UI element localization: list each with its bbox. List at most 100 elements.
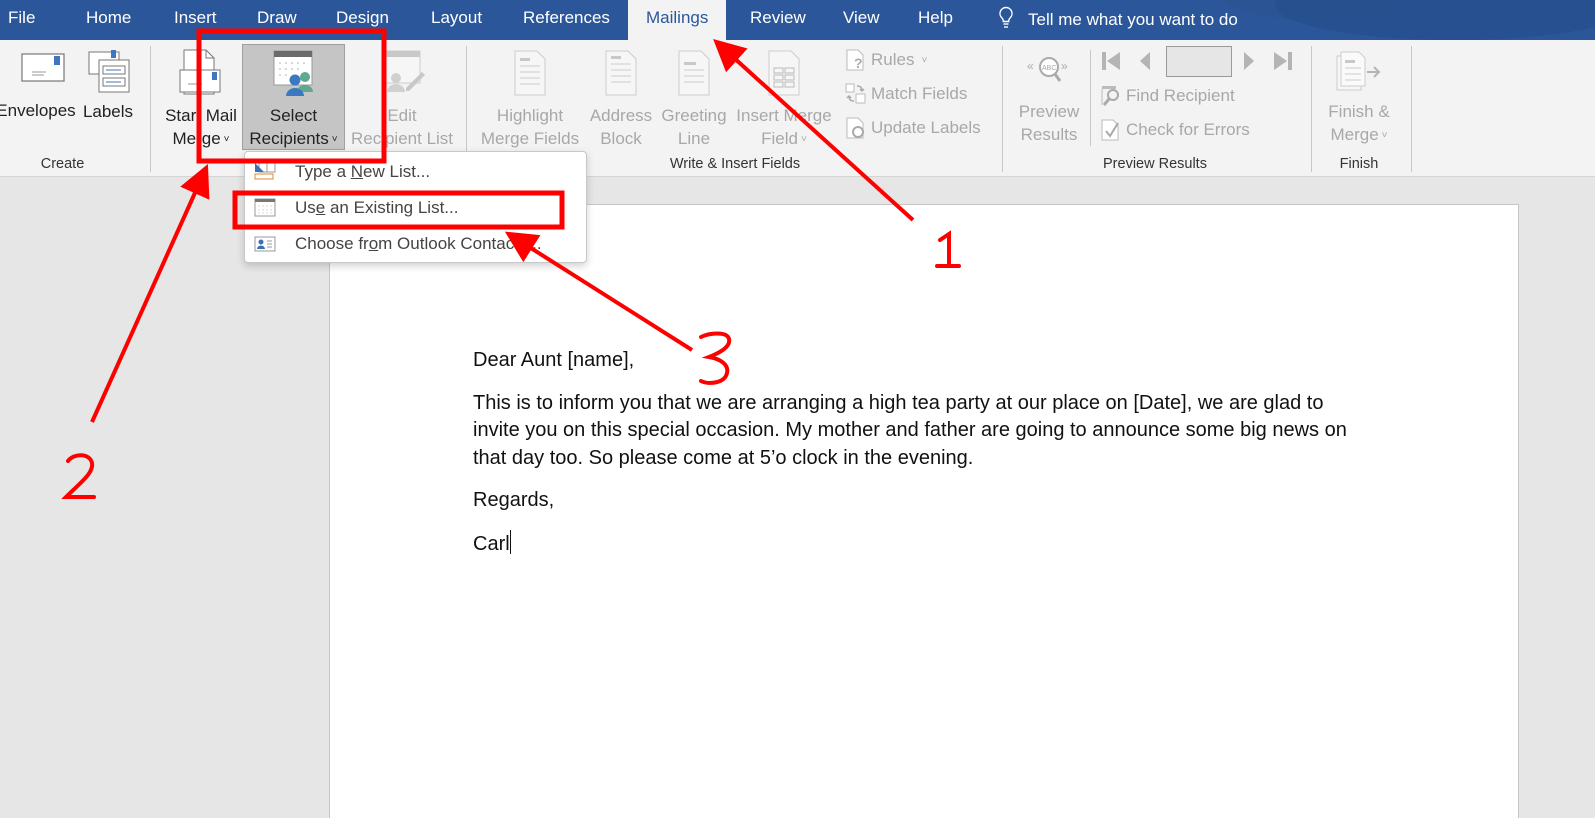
chevron-down-icon: ˅: [921, 54, 928, 66]
envelopes-button[interactable]: Envelopes: [0, 50, 80, 122]
address-block-button[interactable]: Address Block: [586, 48, 656, 150]
existing-list-icon: [254, 198, 276, 217]
finish-merge-label-2: Merge: [1330, 125, 1379, 144]
edit-recipient-list-button[interactable]: Edit Recipient List: [346, 48, 458, 150]
check-for-errors-label: Check for Errors: [1126, 120, 1250, 139]
tab-help[interactable]: Help: [918, 0, 953, 40]
group-separator: [1411, 46, 1412, 172]
finish-merge-label-1: Finish &: [1328, 102, 1390, 121]
rules-button[interactable]: ? Rules ˅: [845, 48, 927, 72]
menu-item-accelerator: N: [350, 162, 364, 181]
tell-me-search[interactable]: Tell me what you want to do: [998, 0, 1238, 40]
tab-mailings[interactable]: Mailings: [628, 0, 727, 40]
menu-item-text: Us: [295, 198, 316, 217]
ribbon-tab-bar: File Home Insert Draw Design Layout Refe…: [0, 0, 1595, 40]
document-body[interactable]: Dear Aunt [name], This is to inform you …: [473, 347, 1353, 573]
letter-body: This is to inform you that we are arrang…: [473, 391, 1347, 469]
preview-results-button[interactable]: « ABC » Preview Results: [1012, 54, 1086, 146]
find-recipient-button[interactable]: Find Recipient: [1100, 84, 1235, 108]
address-block-label-2: Block: [600, 129, 642, 148]
tab-home[interactable]: Home: [86, 0, 131, 40]
group-separator: [1311, 46, 1312, 172]
arrow-2: [90, 164, 210, 423]
preview-results-label-2: Results: [1020, 125, 1078, 144]
match-fields-icon: [845, 83, 866, 104]
new-list-icon: [254, 162, 276, 180]
group-label-write-insert: Write & Insert Fields: [669, 156, 801, 172]
last-record-icon[interactable]: [1272, 51, 1294, 71]
group-separator: [150, 46, 151, 172]
insert-merge-field-button[interactable]: Insert Merge Field ˅: [732, 48, 836, 151]
menu-item-accelerator: o: [368, 234, 379, 253]
match-fields-label: Match Fields: [871, 84, 968, 103]
highlight-label-2: Merge Fields: [480, 129, 580, 148]
insert-merge-field-icon: [768, 50, 800, 96]
highlight-label-1: Highlight: [496, 106, 564, 125]
svg-text:?: ?: [854, 55, 863, 71]
check-for-errors-icon: [1101, 119, 1119, 141]
highlight-merge-fields-button[interactable]: Highlight Merge Fields: [478, 48, 582, 150]
menu-item-text: ew List...: [363, 162, 431, 181]
update-labels-button[interactable]: Update Labels: [845, 116, 981, 140]
greeting-line-button[interactable]: Greeting Line: [658, 48, 730, 150]
labels-label: Labels: [82, 102, 134, 121]
finish-and-merge-button[interactable]: Finish & Merge ˅: [1318, 50, 1400, 147]
tab-file[interactable]: File: [8, 0, 35, 40]
select-recipients-icon: [273, 50, 313, 96]
tab-references[interactable]: References: [523, 0, 610, 40]
select-recipients-label-1: Select: [269, 106, 318, 125]
record-number-input[interactable]: [1166, 46, 1232, 77]
svg-text:ABC: ABC: [1042, 65, 1056, 72]
chevron-down-icon: ˅: [801, 134, 807, 146]
chevron-down-icon: ˅: [1381, 130, 1388, 142]
match-fields-button[interactable]: Match Fields: [845, 82, 967, 106]
lightbulb-icon: [999, 6, 1013, 28]
check-for-errors-button[interactable]: Check for Errors: [1100, 118, 1250, 142]
letter-closing: Regards,: [473, 489, 555, 511]
svg-text:«: «: [1027, 59, 1034, 73]
tell-me-placeholder: Tell me what you want to do: [1028, 10, 1238, 29]
outlook-contacts-icon: [254, 236, 276, 252]
edit-recipient-label-1: Edit: [387, 106, 417, 125]
tab-insert[interactable]: Insert: [174, 0, 217, 40]
tab-view[interactable]: View: [843, 0, 880, 40]
group-label-create: Create: [40, 156, 85, 172]
insert-merge-field-label-1: Insert Merge: [736, 106, 832, 125]
labels-icon: [88, 50, 130, 93]
finish-and-merge-icon: [1336, 51, 1381, 91]
rules-label: Rules: [871, 50, 915, 69]
group-label-finish: Finish: [1339, 156, 1379, 172]
greeting-line-icon: [678, 50, 710, 96]
labels-button[interactable]: Labels: [80, 50, 136, 123]
chevron-down-icon: ˅: [331, 134, 338, 146]
group-separator: [1002, 46, 1003, 172]
select-recipients-button[interactable]: Select Recipients ˅: [242, 48, 345, 151]
start-mail-merge-icon: [179, 49, 221, 95]
envelopes-label: Envelopes: [0, 101, 76, 120]
menu-item-type-new-list[interactable]: Type a New List...: [245, 154, 586, 190]
preview-results-label-1: Preview: [1018, 102, 1080, 121]
tab-design[interactable]: Design: [336, 0, 389, 40]
menu-item-outlook-contacts[interactable]: Choose from Outlook Contacts...: [245, 226, 586, 262]
highlight-merge-fields-icon: [514, 50, 546, 96]
preview-results-icon: « ABC »: [1027, 57, 1068, 82]
greeting-line-label-1: Greeting: [661, 106, 727, 125]
find-recipient-label: Find Recipient: [1126, 86, 1235, 105]
start-mail-merge-button[interactable]: Start Mail Merge ˅: [160, 48, 242, 151]
tab-draw[interactable]: Draw: [257, 0, 297, 40]
menu-item-text: an Existing List...: [325, 198, 459, 217]
tab-review[interactable]: Review: [750, 0, 806, 40]
menu-item-text: Choose fr: [295, 234, 369, 253]
previous-record-icon[interactable]: [1138, 51, 1152, 71]
ribbon-mailings: Envelopes Labels Create Start Mail Merge…: [0, 40, 1595, 177]
tab-layout[interactable]: Layout: [431, 0, 482, 40]
menu-item-use-existing-list[interactable]: Use an Existing List...: [245, 190, 586, 226]
address-block-icon: [605, 50, 637, 96]
select-recipients-label-2: Recipients: [249, 129, 329, 148]
next-record-icon[interactable]: [1242, 51, 1256, 71]
first-record-icon[interactable]: [1100, 51, 1122, 71]
update-labels-icon: [846, 117, 864, 139]
group-separator: [1090, 50, 1091, 146]
letter-signature: Carl: [473, 532, 510, 555]
title-bar-decoration: [1275, 0, 1595, 40]
